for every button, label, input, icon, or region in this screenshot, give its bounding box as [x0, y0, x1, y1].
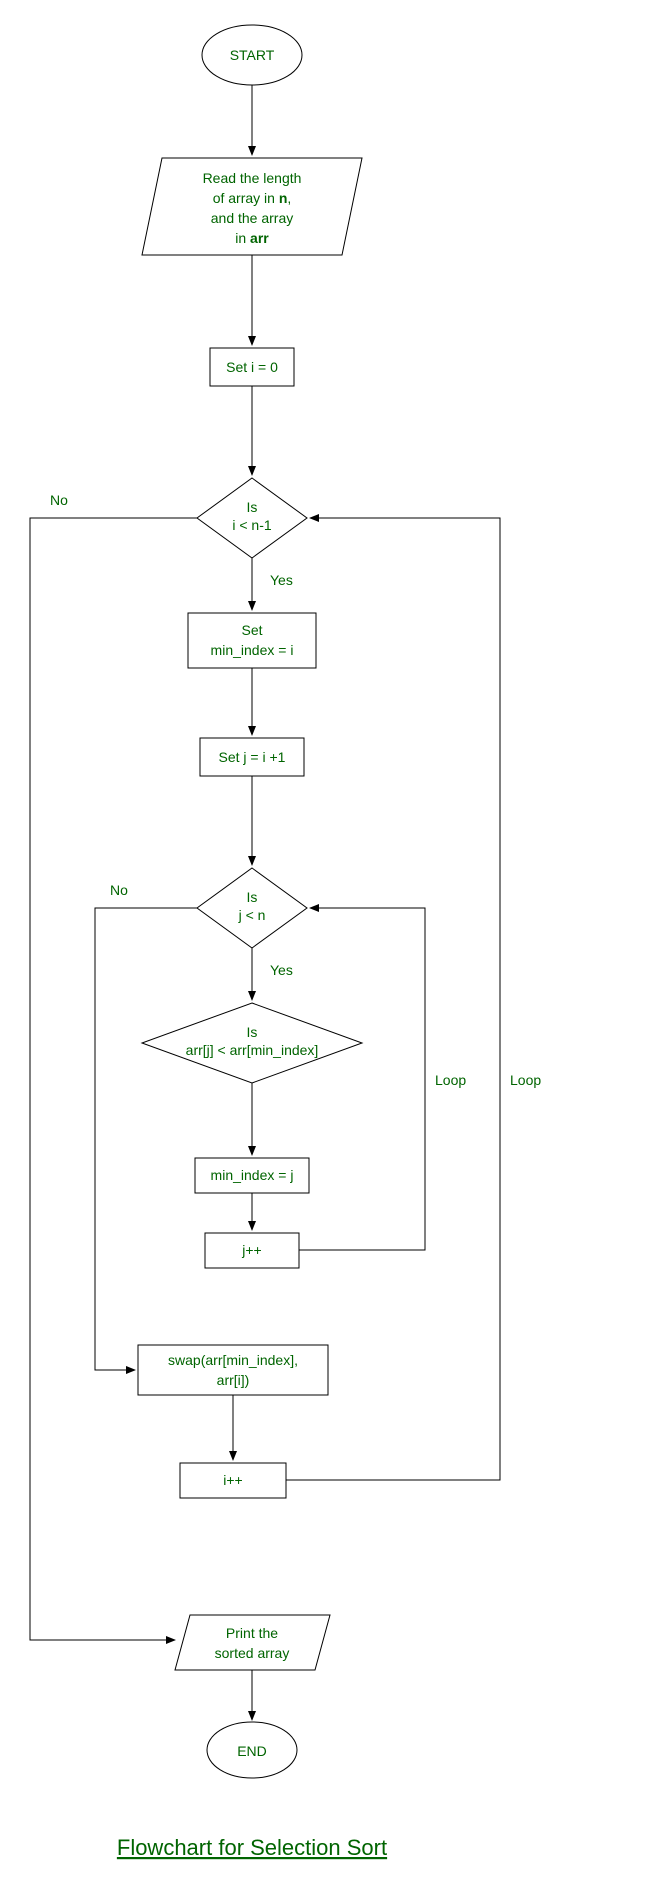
print-node	[175, 1615, 330, 1670]
inner-loop-edge	[299, 908, 425, 1250]
print-line2: sorted array	[215, 1645, 290, 1661]
seti-label: Set i = 0	[226, 359, 278, 375]
setmin-line1: Set	[241, 622, 262, 638]
dec3-line2: arr[j] < arr[min_index]	[186, 1042, 319, 1058]
outer-loop-label: Loop	[510, 1072, 541, 1088]
dec2-line2: j < n	[238, 907, 266, 923]
dec1-yes: Yes	[270, 572, 293, 588]
read-line2: of array in n,	[213, 190, 292, 206]
swap-line1: swap(arr[min_index],	[168, 1352, 298, 1368]
flowchart-canvas: START Read the length of array in n, and…	[0, 0, 658, 1890]
minj-label: min_index = j	[211, 1167, 294, 1183]
dec2-line1: Is	[247, 889, 258, 905]
read-line3: and the array	[211, 210, 294, 226]
dec2-no: No	[110, 882, 128, 898]
read-line4: in arr	[235, 230, 269, 246]
print-line1: Print the	[226, 1625, 278, 1641]
dec3-line1: Is	[247, 1024, 258, 1040]
dec1-no-edge	[30, 518, 197, 1640]
dec1-line2: i < n-1	[232, 517, 272, 533]
jpp-label: j++	[241, 1242, 261, 1258]
setj-label: Set j = i +1	[219, 749, 286, 765]
swap-line2: arr[i])	[217, 1372, 250, 1388]
read-line1: Read the length	[203, 170, 302, 186]
dec1-no: No	[50, 492, 68, 508]
dec1-line1: Is	[247, 499, 258, 515]
dec2-no-edge	[95, 908, 197, 1370]
start-label: START	[230, 47, 275, 63]
end-label: END	[237, 1743, 267, 1759]
inner-loop-label: Loop	[435, 1072, 466, 1088]
ipp-label: i++	[223, 1472, 242, 1488]
setmin-line2: min_index = i	[211, 642, 294, 658]
outer-loop-edge	[286, 518, 500, 1480]
dec2-yes: Yes	[270, 962, 293, 978]
diagram-title: Flowchart for Selection Sort	[117, 1835, 387, 1860]
